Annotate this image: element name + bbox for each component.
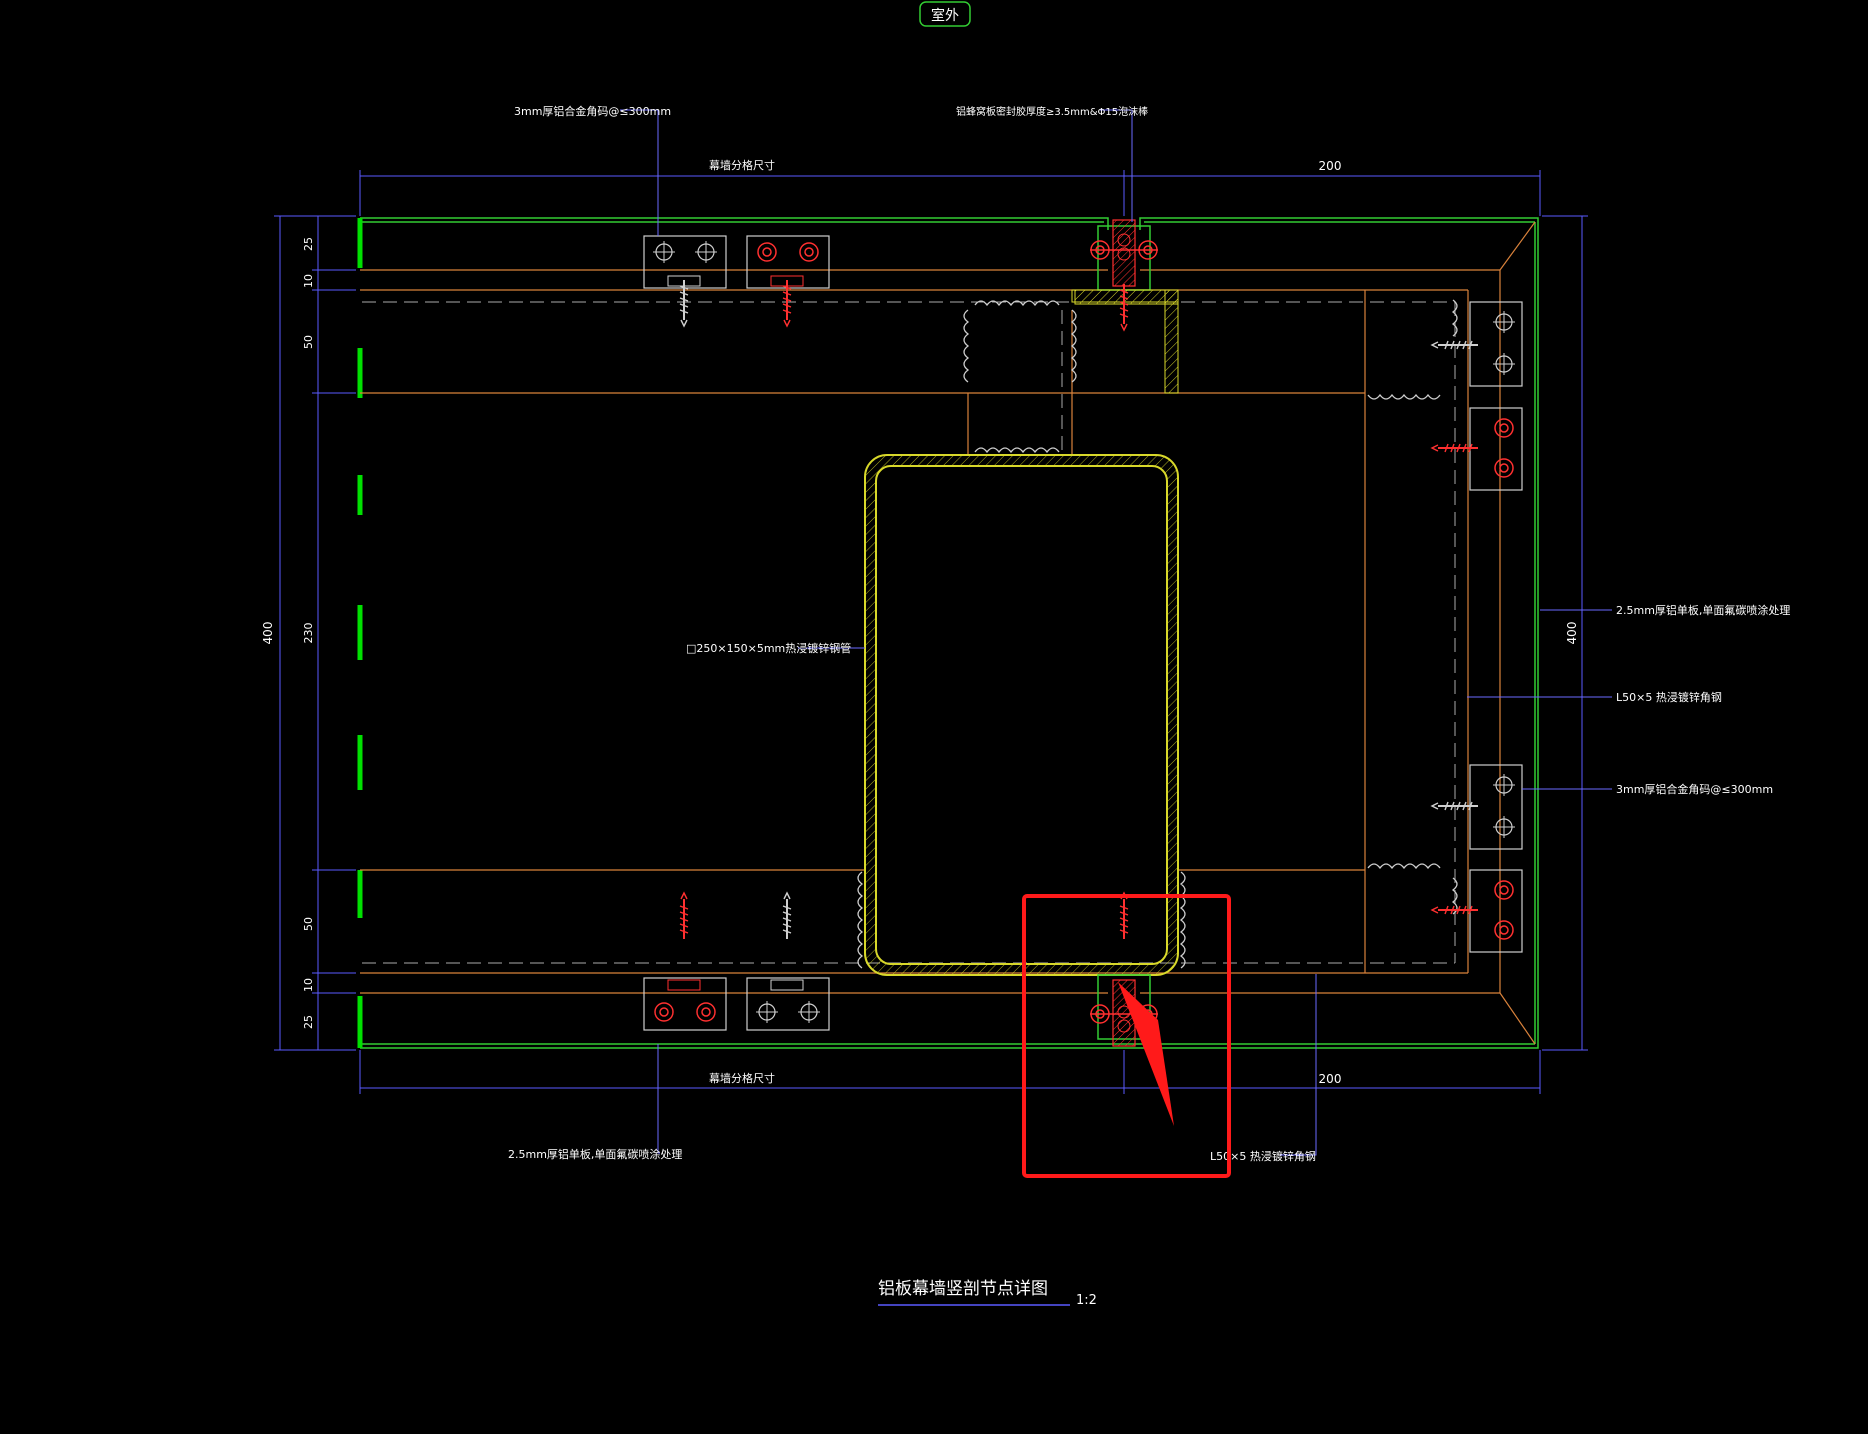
dim-left-10-top: 10	[302, 274, 315, 288]
dim-left-230: 230	[302, 623, 315, 644]
aluminum-panel-outline	[360, 217, 1539, 1049]
top-left-bracket-red	[746, 235, 830, 327]
dim-left-25-bottom: 25	[302, 1015, 315, 1029]
dim-left-10-bottom: 10	[302, 978, 315, 992]
hidden-lines	[362, 301, 1456, 964]
outside-label-text: 室外	[931, 7, 959, 24]
dim-left-50-bottom: 50	[302, 917, 315, 931]
drawing-scale: 1:2	[1076, 1293, 1097, 1308]
top-left-bracket-white	[643, 235, 727, 327]
drawing-title: 铝板幕墙竖剖节点详图	[878, 1279, 1048, 1299]
steel-frame	[360, 221, 1536, 1045]
dimension-texts: 幕墙分格尺寸 200 幕墙分格尺寸 200 400 25 10 50 230 5…	[261, 158, 1579, 1086]
callout-bottom-right: L50×5 热浸镀锌角钢	[1210, 1149, 1316, 1163]
weld-beads	[857, 299, 1458, 969]
bottom-left-bracket-red	[643, 892, 727, 1031]
callout-right-panel: 2.5mm厚铝单板,单面氟碳喷涂处理	[1616, 603, 1790, 617]
dim-top-right-value: 200	[1319, 159, 1342, 173]
callout-top-center: 铝蜂窝板密封胶厚度≥3.5mm&Φ15泡沫棒	[956, 105, 1148, 118]
dim-left-total: 400	[261, 622, 275, 645]
drawing-title-block: 铝板幕墙竖剖节点详图 1:2	[878, 1279, 1097, 1308]
dim-bottom-right-value: 200	[1319, 1072, 1342, 1086]
callout-right-angle: L50×5 热浸镀锌角钢	[1616, 690, 1722, 704]
red-arrow-icon	[1118, 982, 1174, 1126]
right-bracket-4	[1431, 869, 1523, 953]
right-bracket-2	[1431, 407, 1523, 491]
callout-bottom-left: 2.5mm厚铝单板,单面氟碳喷涂处理	[508, 1147, 682, 1161]
right-bracket-3	[1431, 764, 1523, 850]
top-sealant-joint	[1074, 219, 1179, 331]
cad-drawing-canvas: 室外 幕墙分格尺寸 200 幕墙分格尺寸 200 400 25 10 50 23…	[261, 1, 1790, 1308]
callout-right-clip: 3mm厚铝合金角码@≤300mm	[1616, 782, 1773, 796]
outside-label: 室外	[919, 1, 971, 27]
bottom-left-bracket-white	[746, 892, 830, 1031]
dim-top-left-text: 幕墙分格尺寸	[709, 158, 775, 172]
callout-center-tube: □250×150×5mm热浸镀锌钢管	[686, 641, 851, 655]
callout-top-left: 3mm厚铝合金角码@≤300mm	[514, 104, 671, 118]
dim-left-25-top: 25	[302, 237, 315, 251]
dim-bottom-left-text: 幕墙分格尺寸	[709, 1071, 775, 1085]
dim-left-50-top: 50	[302, 335, 315, 349]
dimension-lines	[274, 170, 1588, 1094]
right-bracket-1	[1431, 301, 1523, 387]
dim-right-total: 400	[1565, 622, 1579, 645]
